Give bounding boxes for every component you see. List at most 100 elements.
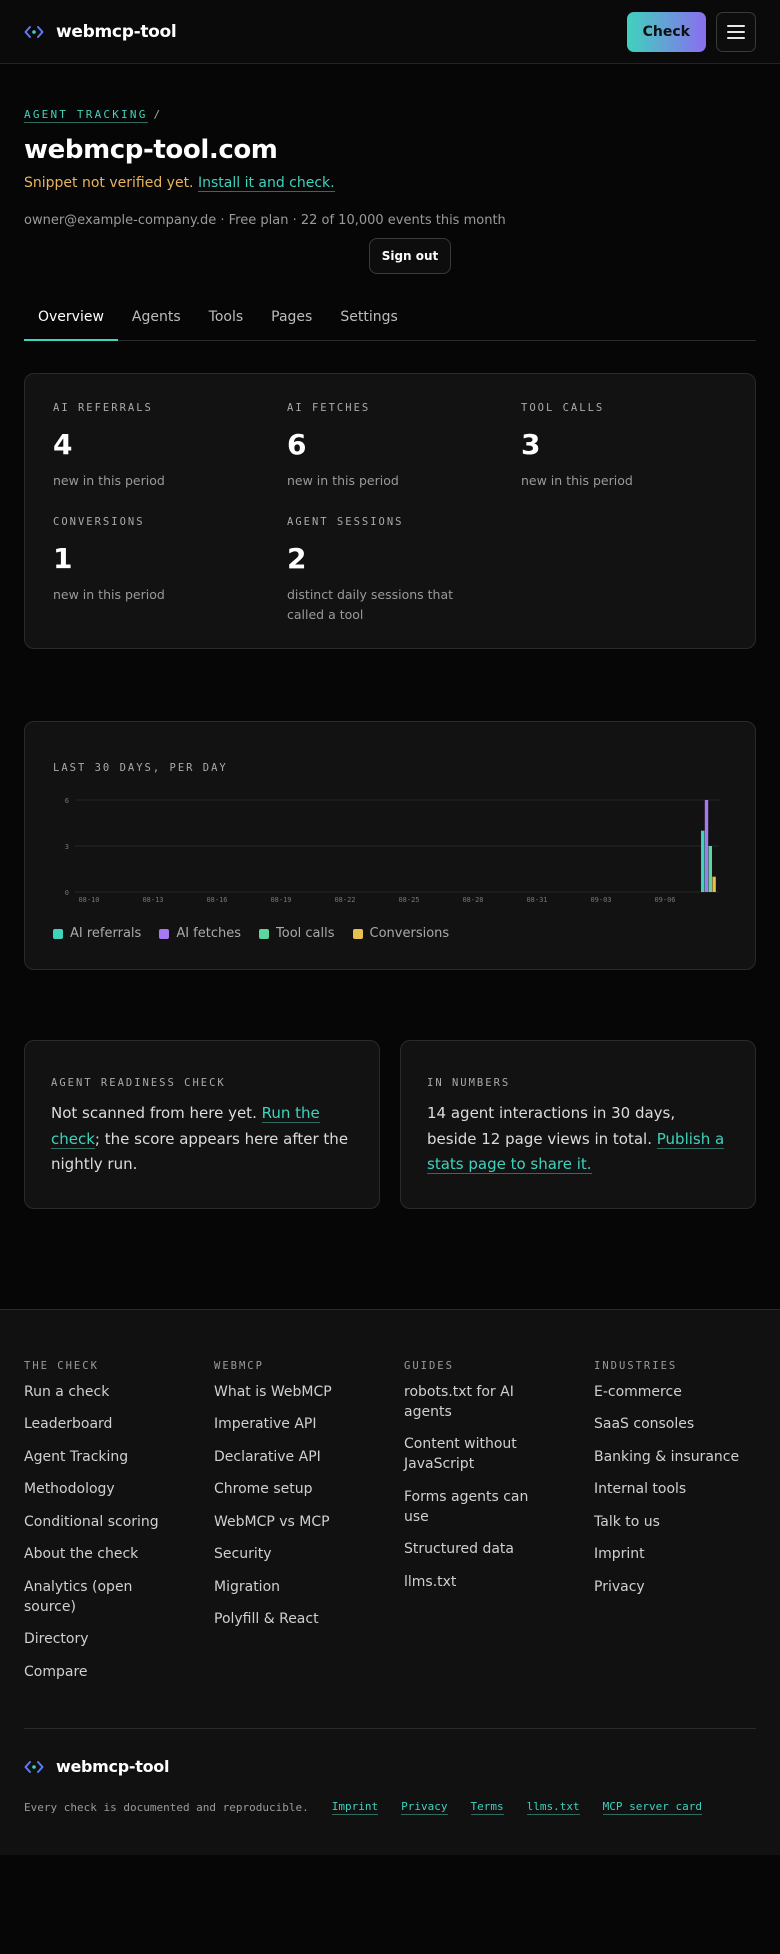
stat-value: 2	[287, 542, 307, 576]
footer-column-webmcp: WEBMCP What is WebMCP Imperative API Declar…	[214, 1360, 404, 1695]
legend-swatch	[159, 928, 170, 939]
stat-label: AI REFERRALS	[53, 402, 153, 414]
sign-out-button[interactable]: Sign out	[369, 238, 451, 274]
stat-agent-sessions: AGENT SESSIONS 2 distinct daily sessions…	[287, 516, 521, 624]
x-tick-label: 08-16	[206, 896, 227, 904]
footer-legal-link[interactable]: Privacy	[401, 1800, 448, 1816]
tab-tools[interactable]: Tools	[195, 296, 258, 340]
footer-link[interactable]: Internal tools	[594, 1479, 744, 1499]
code-brackets-icon	[24, 24, 44, 40]
footer-link[interactable]: About the check	[24, 1544, 174, 1564]
x-tick-label: 08-28	[462, 896, 483, 904]
readiness-card: AGENT READINESS CHECK Not scanned from h…	[24, 1040, 380, 1209]
readiness-label: AGENT READINESS CHECK	[51, 1077, 226, 1090]
footer-heading: GUIDES	[404, 1359, 454, 1372]
readiness-text-after: ; the score appears here after the night…	[51, 1129, 349, 1174]
footer-link[interactable]: Imperative API	[214, 1414, 364, 1434]
numbers-card: IN NUMBERS 14 agent interactions in 30 d…	[400, 1040, 756, 1209]
tab-overview[interactable]: Overview	[24, 296, 118, 341]
footer-link[interactable]: What is WebMCP	[214, 1382, 364, 1402]
footer-link[interactable]: Leaderboard	[24, 1414, 174, 1434]
footer-legal-link[interactable]: Terms	[470, 1800, 504, 1816]
stat-value: 4	[53, 428, 73, 461]
hamburger-icon	[727, 30, 745, 33]
install-link[interactable]: Install it and check.	[197, 175, 335, 192]
breadcrumb: AGENT TRACKING /	[24, 108, 756, 123]
legend-item: Conversions	[352, 926, 450, 942]
footer-link[interactable]: Polyfill & React	[214, 1609, 364, 1629]
footer-link[interactable]: Migration	[214, 1577, 364, 1597]
footer-column-industries: INDUSTRIES E-commerce SaaS consoles Banking…	[594, 1360, 756, 1695]
legend-item: Tool calls	[259, 926, 335, 941]
footer-link[interactable]: Security	[214, 1544, 364, 1564]
footer-link[interactable]: Forms agents can use	[404, 1487, 554, 1527]
footer-legal: Every check is documented and reproducib…	[24, 1800, 756, 1816]
tab-settings[interactable]: Settings	[326, 296, 411, 340]
breadcrumb-agent-tracking[interactable]: AGENT TRACKING	[24, 108, 148, 123]
stat-conversions: CONVERSIONS 1 new in this period	[53, 516, 287, 624]
menu-button[interactable]	[716, 11, 756, 52]
x-tick-label: 08-22	[334, 896, 355, 904]
stat-value: 1	[53, 542, 73, 576]
footer-link[interactable]: Banking & insurance	[594, 1447, 744, 1467]
footer-legal-link[interactable]: llms.txt	[526, 1800, 580, 1816]
footer-link[interactable]: Structured data	[404, 1539, 554, 1559]
stat-label: AI FETCHES	[287, 402, 371, 414]
signout-row: Sign out	[24, 238, 756, 274]
hamburger-icon	[727, 24, 745, 27]
footer-link[interactable]: Agent Tracking	[24, 1447, 174, 1467]
footer-link[interactable]: Conditional scoring	[24, 1512, 174, 1532]
footer-link[interactable]: Methodology	[24, 1479, 174, 1499]
footer-link[interactable]: Directory	[24, 1629, 174, 1649]
footer-legal-link[interactable]: MCP server card	[602, 1800, 702, 1816]
footer-link[interactable]: E-commerce	[594, 1382, 744, 1402]
stat-note: distinct daily sessions that called a to…	[287, 587, 454, 622]
footer-link[interactable]: Content without JavaScript	[404, 1434, 554, 1474]
chart-title: LAST 30 DAYS, PER DAY	[53, 762, 228, 775]
legend-label: Conversions	[369, 926, 450, 942]
brand-name: webmcp-tool	[56, 21, 177, 42]
legend-item: AI referrals	[53, 926, 141, 941]
stat-note: new in this period	[521, 473, 633, 488]
footer-link[interactable]: Chrome setup	[214, 1479, 364, 1499]
check-button[interactable]: Check	[626, 11, 706, 52]
stat-note: new in this period	[53, 587, 165, 603]
activity-chart-card: LAST 30 DAYS, PER DAY 0 3 6 08-10 08-13 08-16…	[24, 721, 756, 971]
legend-label: Tool calls	[276, 926, 335, 942]
footer-link[interactable]: Declarative API	[214, 1447, 364, 1467]
footer-heading: INDUSTRIES	[594, 1359, 678, 1372]
footer-link[interactable]: Imprint	[594, 1544, 744, 1564]
brand-logo-link[interactable]: webmcp-tool	[24, 21, 177, 42]
hamburger-icon	[727, 36, 745, 39]
stat-ai-referrals: AI REFERRALS 4 new in this period	[53, 402, 287, 490]
stats-card: AI REFERRALS 4 new in this period AI FET…	[24, 373, 756, 650]
footer-link[interactable]: Run a check	[24, 1382, 174, 1402]
info-cards: AGENT READINESS CHECK Not scanned from h…	[24, 1040, 756, 1209]
footer-link[interactable]: Privacy	[594, 1577, 744, 1597]
tab-agents[interactable]: Agents	[118, 296, 195, 340]
footer-link[interactable]: Talk to us	[594, 1512, 744, 1532]
y-tick-label: 6	[65, 797, 69, 805]
footer-link[interactable]: Compare	[24, 1662, 174, 1682]
account-meta: owner@example-company.de · Free plan · 2…	[24, 213, 506, 228]
footer-legal-link[interactable]: Imprint	[331, 1800, 379, 1816]
stat-value: 6	[287, 428, 307, 461]
header-actions: Check	[626, 11, 756, 52]
breadcrumb-separator: /	[153, 108, 163, 121]
stat-tool-calls: TOOL CALLS 3 new in this period	[521, 402, 727, 490]
footer-link[interactable]: SaaS consoles	[594, 1414, 744, 1434]
stat-label: TOOL CALLS	[521, 402, 605, 414]
chart-bar-conversions	[712, 876, 716, 893]
legend-label: AI fetches	[176, 926, 242, 942]
footer-column-the-check: THE CHECK Run a check Leaderboard Agent Tra…	[24, 1360, 214, 1695]
footer-heading: THE CHECK	[24, 1359, 99, 1372]
x-tick-label: 08-31	[526, 896, 547, 904]
footer-link[interactable]: llms.txt	[404, 1572, 554, 1592]
footer-link[interactable]: WebMCP vs MCP	[214, 1512, 364, 1532]
footer-columns: THE CHECK Run a check Leaderboard Agent Tra…	[24, 1360, 756, 1695]
site-footer: THE CHECK Run a check Leaderboard Agent Tra…	[0, 1308, 780, 1856]
tab-pages[interactable]: Pages	[257, 296, 326, 340]
stat-ai-fetches: AI FETCHES 6 new in this period	[287, 402, 521, 490]
footer-link[interactable]: robots.txt for AI agents	[404, 1382, 554, 1422]
footer-link[interactable]: Analytics (open source)	[24, 1577, 174, 1617]
